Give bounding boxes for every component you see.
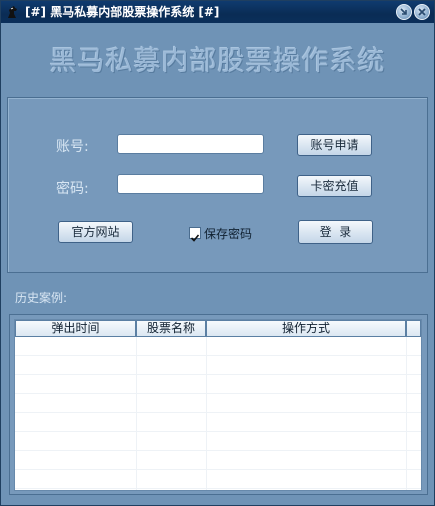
password-input[interactable] [117,174,264,194]
empty-row [15,337,421,356]
close-icon [418,8,426,16]
empty-row [15,470,421,489]
login-button[interactable]: 登 录 [298,220,373,244]
minimize-button[interactable] [396,4,412,20]
save-password-label[interactable]: 保存密码 [204,225,252,242]
history-list[interactable]: 弹出时间 股票名称 操作方式 [14,319,422,491]
banner: 黑马私募内部股票操作系统 [1,23,434,93]
column-header-extra[interactable] [406,320,421,337]
card-recharge-button[interactable]: 卡密充值 [297,175,372,197]
empty-row [15,394,421,413]
empty-row [15,413,421,432]
column-header-popup-time[interactable]: 弹出时间 [15,320,136,337]
empty-row [15,356,421,375]
empty-row [15,375,421,394]
password-label: 密码: [56,181,89,197]
apply-account-button[interactable]: 账号申请 [297,134,372,156]
banner-title: 黑马私募内部股票操作系统 [49,46,386,77]
close-button[interactable] [414,4,430,20]
account-input[interactable] [117,134,264,154]
window-title: [#] 黑马私募内部股票操作系统 [#] [25,5,220,19]
column-header-operation[interactable]: 操作方式 [206,320,406,337]
main-window: [#] 黑马私募内部股票操作系统 [#] 黑马私募内部股票操作系统 账号: 账号… [0,0,435,506]
title-bar[interactable]: [#] 黑马私募内部股票操作系统 [#] [1,1,434,23]
empty-row [15,432,421,451]
official-site-button[interactable]: 官方网站 [58,221,133,243]
checkmark-icon [190,234,200,242]
minimize-icon [400,8,407,15]
account-label: 账号: [56,139,89,155]
horse-logo-icon [5,4,21,20]
empty-row [15,451,421,470]
column-header-stock-name[interactable]: 股票名称 [136,320,206,337]
save-password-checkbox[interactable] [189,227,201,242]
history-label: 历史案例: [15,291,68,305]
